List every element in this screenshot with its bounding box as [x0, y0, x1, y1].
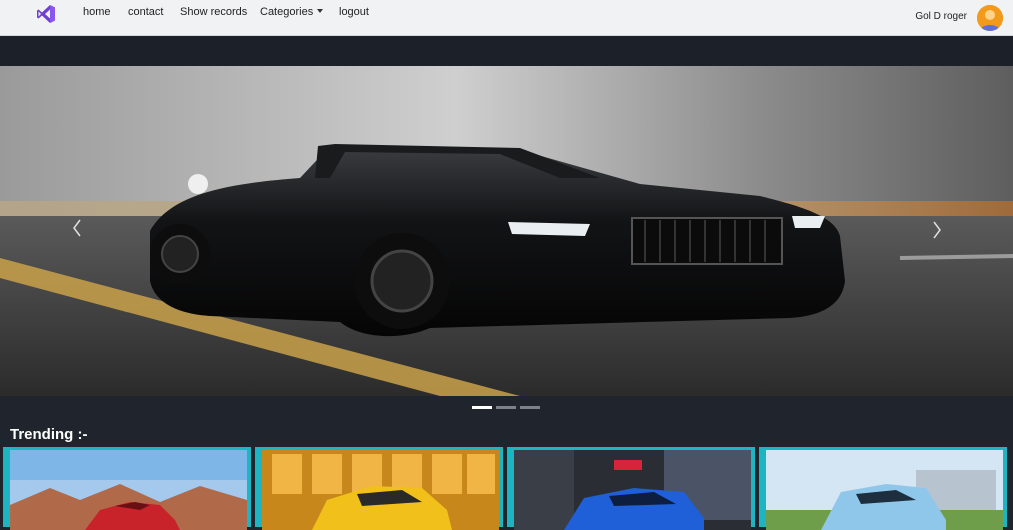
nav-link-show-records[interactable]: Show records: [180, 6, 247, 18]
carousel-next-button[interactable]: [930, 218, 944, 242]
carousel-indicator-2[interactable]: [496, 406, 516, 409]
light-blue-hatchback-car-photo: [766, 450, 1003, 530]
visual-studio-logo-icon[interactable]: [36, 4, 56, 24]
caret-down-icon: [317, 9, 324, 13]
carousel-prev-button[interactable]: [70, 216, 84, 240]
header-band: [0, 36, 1013, 66]
trending-card-1[interactable]: [3, 447, 251, 530]
nav-link-contact[interactable]: contact: [128, 6, 163, 18]
yellow-suv-car-photo: [262, 450, 499, 530]
user-avatar-icon[interactable]: [977, 5, 1003, 31]
user-name[interactable]: Gol D roger: [915, 11, 967, 22]
red-hatchback-car-photo: [10, 450, 247, 530]
nav-link-home[interactable]: home: [83, 6, 111, 18]
trending-card-4[interactable]: [759, 447, 1007, 530]
chevron-right-icon: [933, 221, 941, 239]
top-navbar: home contact Show records Categories log…: [0, 0, 1013, 36]
black-convertible-car-photo: [0, 66, 1013, 396]
trending-heading: Trending :-: [10, 426, 88, 443]
hero-carousel-slide: [0, 66, 1013, 396]
blue-sedan-car-photo: [514, 450, 751, 530]
nav-dropdown-categories-label: Categories: [260, 6, 314, 18]
trending-card-3[interactable]: [507, 447, 755, 530]
chevron-left-icon: [73, 219, 81, 237]
carousel-indicator-3[interactable]: [520, 406, 540, 409]
nav-link-logout[interactable]: logout: [339, 6, 369, 18]
trending-card-2[interactable]: [255, 447, 503, 530]
carousel-indicator-1[interactable]: [472, 406, 492, 409]
nav-dropdown-categories[interactable]: Categories: [260, 6, 324, 18]
